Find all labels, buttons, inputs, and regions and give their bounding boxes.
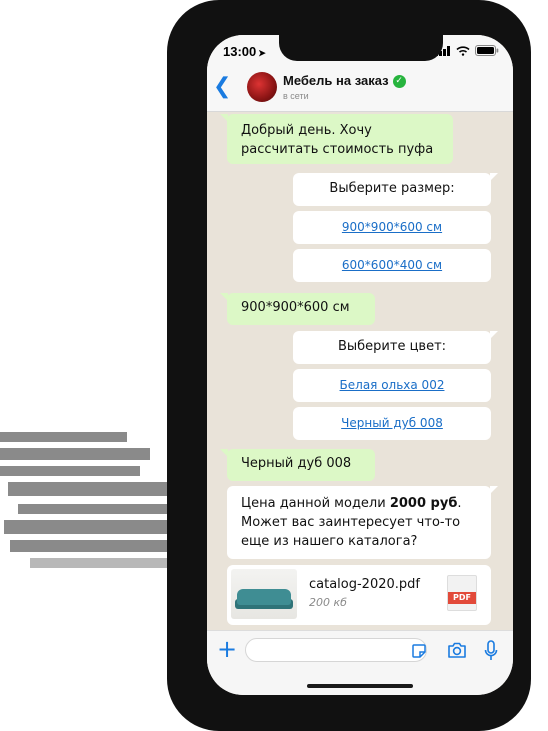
message-incoming: Выберите цвет:: [293, 331, 498, 364]
composer-bar: +: [207, 630, 513, 695]
attach-plus-icon[interactable]: +: [217, 635, 237, 663]
chat-header: ❮ Мебель на заказ ✓ в сети: [207, 65, 513, 112]
option-size-600[interactable]: 600*600*400 см: [293, 249, 491, 282]
option-color-black-oak[interactable]: Черный дуб 008: [293, 407, 491, 440]
message-outgoing: Добрый день. Хочу рассчитать стоимость п…: [220, 114, 453, 164]
option-color-alder[interactable]: Белая ольха 002: [293, 369, 491, 402]
message-text: 900*900*600 см: [241, 300, 350, 315]
back-icon[interactable]: ❮: [213, 76, 231, 98]
message-list: Добрый день. Хочу рассчитать стоимость п…: [207, 112, 513, 630]
avatar[interactable]: [247, 72, 277, 102]
pdf-attachment[interactable]: catalog-2020.pdf 200 кб PDF: [227, 565, 491, 625]
sticker-icon[interactable]: [411, 643, 427, 659]
status-time: 13:00 ➤: [223, 44, 266, 59]
price-text: 2000 руб: [389, 496, 458, 511]
message-text: Добрый день. Хочу рассчитать стоимость п…: [241, 123, 434, 157]
microphone-icon[interactable]: [484, 640, 498, 662]
wifi-icon: [456, 45, 470, 56]
chat-status: в сети: [283, 91, 309, 101]
pdf-file-size: 200 кб: [309, 596, 347, 609]
chat-title[interactable]: Мебель на заказ ✓: [283, 73, 406, 89]
option-label: Белая ольха 002: [339, 378, 445, 392]
message-outgoing: 900*900*600 см: [220, 293, 375, 325]
verified-icon: ✓: [392, 75, 406, 89]
option-label: 900*900*600 см: [341, 220, 443, 234]
notch: [279, 35, 443, 61]
pdf-icon: PDF: [447, 575, 477, 611]
message-text: Выберите размер:: [329, 181, 455, 196]
message-text: Цена данной модели: [241, 496, 390, 511]
message-input[interactable]: [245, 638, 427, 662]
status-icons: [435, 45, 499, 56]
chat-title-label: Мебель на заказ: [283, 73, 389, 88]
pdf-badge: PDF: [448, 592, 476, 604]
message-outgoing: Черный дуб 008: [220, 449, 375, 481]
phone-screen: 13:00 ➤ ❮ Мебель на заказ ✓ в сети Добры…: [207, 35, 513, 695]
option-label: Черный дуб 008: [341, 416, 443, 430]
message-text: Выберите цвет:: [337, 339, 447, 354]
home-indicator: [307, 684, 413, 688]
message-text: Черный дуб 008: [241, 456, 352, 471]
pdf-file-name: catalog-2020.pdf: [309, 577, 420, 592]
time-label: 13:00: [223, 44, 257, 59]
location-icon: ➤: [258, 48, 266, 58]
message-incoming: Цена данной модели 2000 руб. Может вас з…: [227, 486, 498, 559]
battery-icon: [475, 45, 499, 56]
option-label: 600*600*400 см: [341, 258, 443, 272]
camera-icon[interactable]: [447, 641, 467, 659]
message-incoming: Выберите размер:: [293, 173, 498, 206]
option-size-900[interactable]: 900*900*600 см: [293, 211, 491, 244]
catalog-thumbnail: [231, 569, 297, 619]
